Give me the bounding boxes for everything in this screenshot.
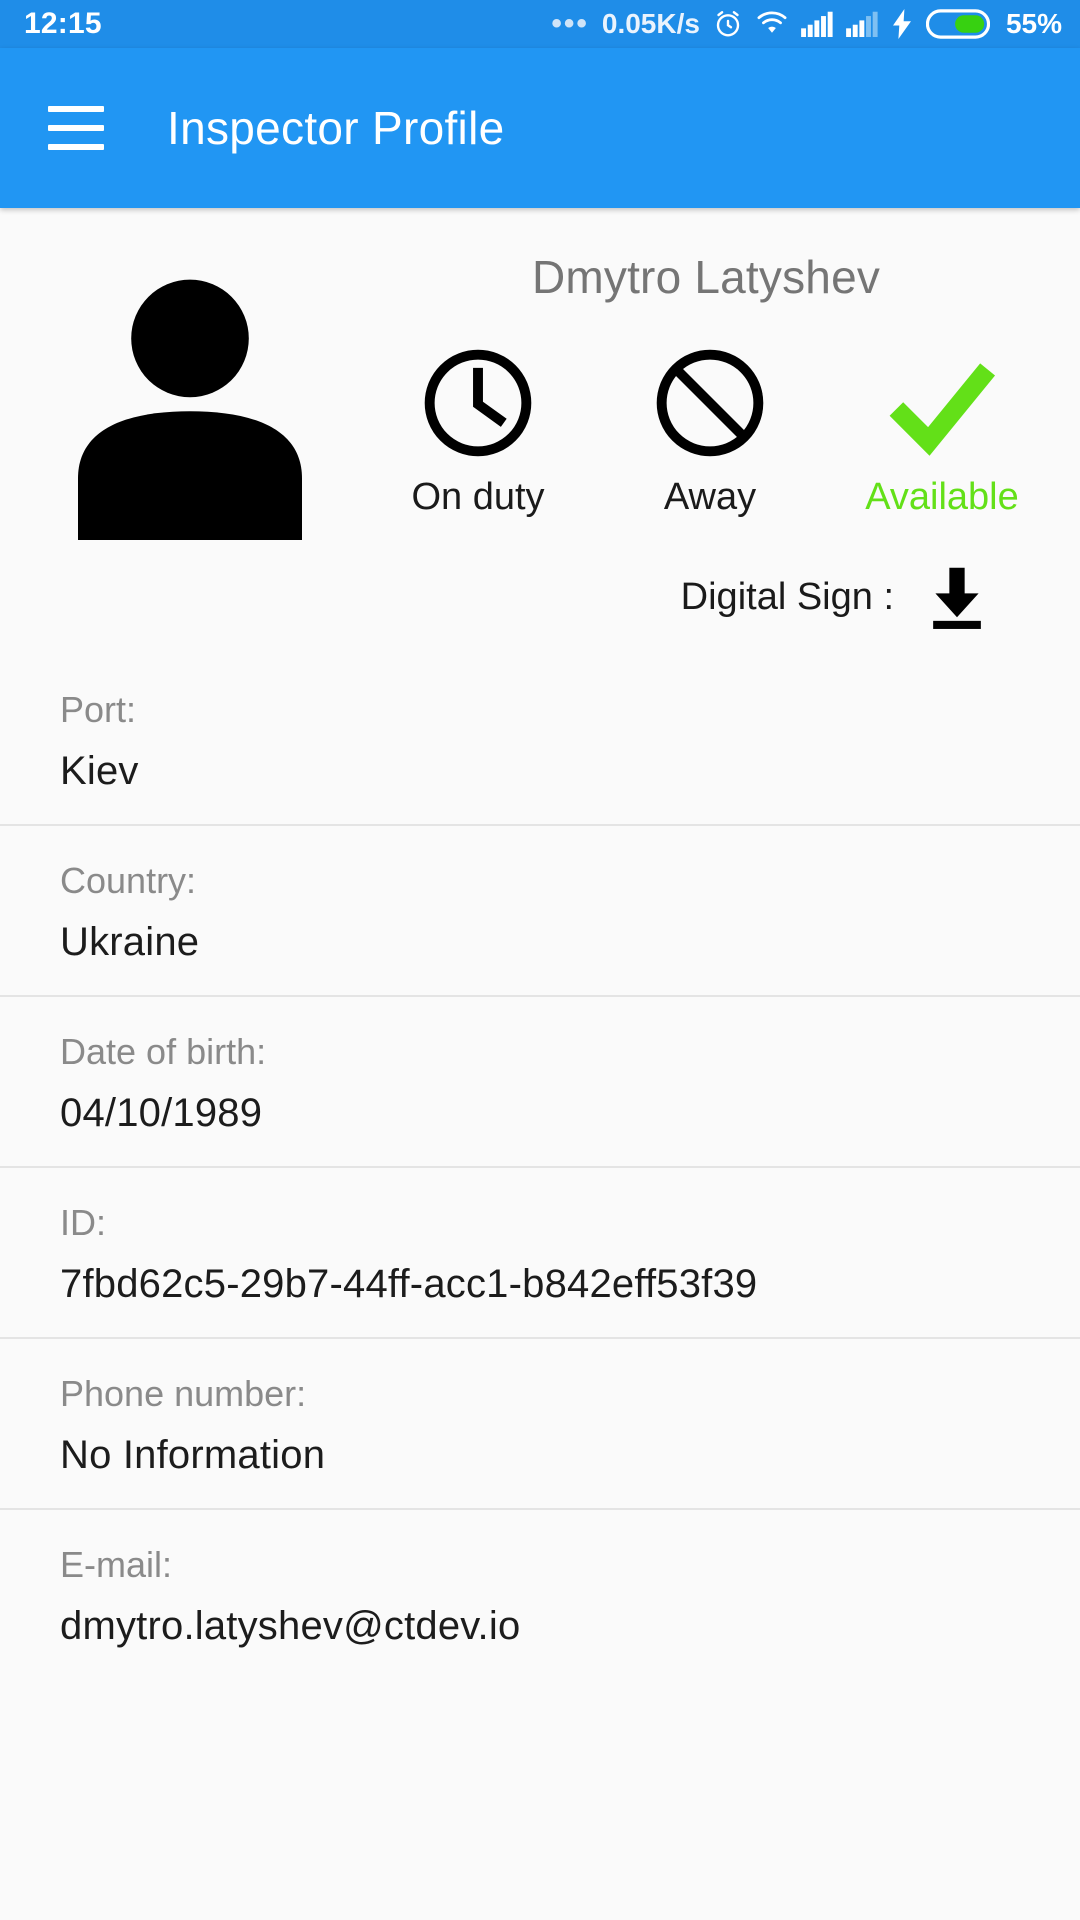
detail-value: Ukraine <box>60 920 200 964</box>
wifi-icon <box>757 11 787 33</box>
status-label: On duty <box>411 476 545 518</box>
person-avatar-icon <box>78 279 302 540</box>
detail-row-email: E-mail: dmytro.latyshev@ctdev.io <box>0 1508 1080 1679</box>
battery-percent-label: 55% <box>1005 8 1062 39</box>
no-entry-icon <box>652 344 768 462</box>
hamburger-bar <box>48 144 104 150</box>
clock-icon <box>420 344 536 462</box>
detail-row-id: ID: 7fbd62c5-29b7-44ff-acc1-b842eff53f39 <box>0 1166 1080 1337</box>
detail-label: Phone number: <box>60 1373 307 1414</box>
hamburger-menu-icon[interactable] <box>48 106 104 150</box>
status-bar: 12:15 ••• 0.05K/s 55% <box>0 0 1080 48</box>
charging-bolt-icon <box>892 9 911 39</box>
profile-name: Dmytro Latyshev <box>531 251 881 303</box>
detail-label: Date of birth: <box>60 1031 267 1072</box>
download-icon[interactable] <box>920 561 994 633</box>
detail-label: Port: <box>60 689 137 730</box>
detail-list: Port: Kiev Country: Ukraine Date of birt… <box>0 667 1080 1679</box>
hamburger-bar <box>48 106 104 112</box>
status-option-on-duty[interactable]: On duty <box>383 344 573 519</box>
status-option-available[interactable]: Available <box>847 344 1037 519</box>
detail-row-date-of-birth: Date of birth: 04/10/1989 <box>0 995 1080 1166</box>
detail-row-country: Country: Ukraine <box>0 824 1080 995</box>
digital-sign-label: Digital Sign : <box>680 575 894 618</box>
detail-value: dmytro.latyshev@ctdev.io <box>60 1604 521 1648</box>
hamburger-bar <box>48 125 104 131</box>
status-selector: On duty Away Available <box>380 344 1050 519</box>
checkmark-icon <box>882 344 1002 462</box>
status-option-away[interactable]: Away <box>615 344 805 519</box>
battery-icon <box>925 9 990 39</box>
detail-label: Country: <box>60 860 197 901</box>
detail-label: E-mail: <box>60 1544 173 1585</box>
signal-sim2-icon <box>846 11 878 37</box>
profile-info-column: Dmytro Latyshev On duty Away Available D… <box>380 232 1080 633</box>
profile-header: Dmytro Latyshev On duty Away Available D… <box>0 208 1080 633</box>
profile-content: Dmytro Latyshev On duty Away Available D… <box>0 208 1080 1679</box>
signal-sim1-icon <box>801 11 833 37</box>
app-bar: Inspector Profile <box>0 48 1080 208</box>
detail-label: ID: <box>60 1202 107 1243</box>
detail-value: Kiev <box>60 749 139 793</box>
detail-value: 7fbd62c5-29b7-44ff-acc1-b842eff53f39 <box>60 1262 758 1306</box>
detail-row-phone-number: Phone number: No Information <box>0 1337 1080 1508</box>
detail-value: No Information <box>60 1433 326 1477</box>
page-title: Inspector Profile <box>167 102 505 154</box>
detail-value: 04/10/1989 <box>60 1091 263 1135</box>
avatar-column <box>0 232 380 633</box>
status-bar-clock: 12:15 <box>24 7 102 40</box>
digital-sign-row: Digital Sign : <box>380 561 1050 633</box>
alarm-icon <box>716 11 740 37</box>
overflow-dots-icon: ••• <box>551 7 589 40</box>
status-label: Available <box>865 476 1019 518</box>
status-bar-indicators: ••• 0.05K/s 55% <box>551 8 1062 40</box>
status-label: Away <box>663 476 757 518</box>
detail-row-port: Port: Kiev <box>0 667 1080 824</box>
network-speed-label: 0.05K/s <box>601 8 700 39</box>
